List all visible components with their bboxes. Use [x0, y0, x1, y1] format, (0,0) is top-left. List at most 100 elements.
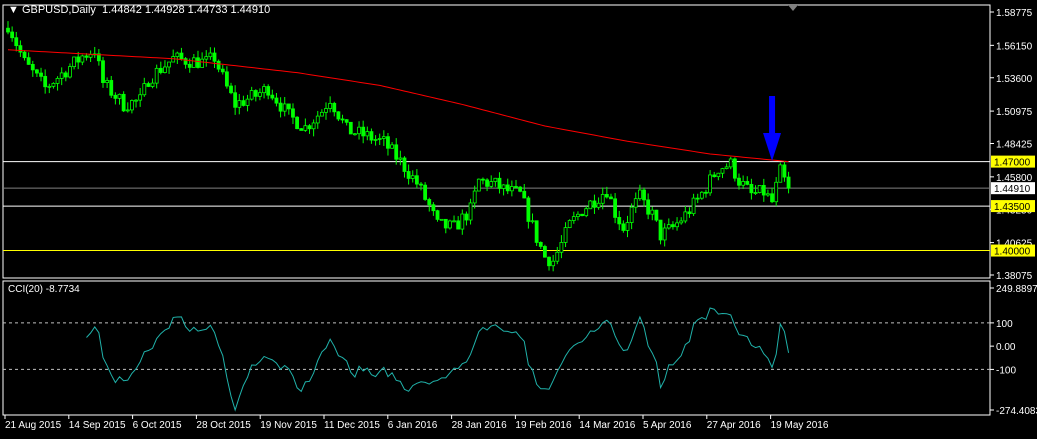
candle-body	[26, 57, 31, 65]
x-tick-label: 21 Aug 2015	[5, 420, 62, 431]
candle-body	[596, 202, 601, 208]
candle-body	[712, 174, 717, 178]
candle-body	[179, 52, 184, 60]
candle-body	[138, 94, 143, 101]
candle-body	[481, 178, 485, 181]
candle-body	[732, 158, 737, 179]
candle-body	[258, 92, 262, 97]
candle-body	[154, 67, 159, 84]
candle-body	[753, 192, 758, 194]
candle-body	[146, 83, 151, 87]
candle-body	[390, 144, 394, 149]
candle-body	[109, 80, 114, 96]
candle-body	[637, 189, 642, 200]
candle-body	[286, 103, 291, 110]
candle-body	[253, 90, 258, 97]
symbol-label: GBPUSD,Daily	[21, 4, 96, 16]
candle-body	[695, 197, 700, 200]
candle-body	[654, 209, 659, 221]
candle-body	[72, 56, 76, 68]
candle-body	[282, 103, 287, 112]
candle-body	[84, 55, 89, 58]
candle-body	[547, 256, 551, 267]
candle-body	[671, 224, 675, 228]
candle-body	[101, 60, 105, 83]
candle-body	[402, 157, 407, 172]
candle-body	[621, 223, 626, 231]
candle-body	[691, 197, 696, 215]
candle-body	[658, 219, 663, 241]
x-tick-label: 14 Sep 2015	[69, 420, 126, 431]
candle-body	[381, 136, 386, 139]
candle-body	[584, 208, 589, 217]
candle-body	[666, 224, 671, 229]
candle-body	[699, 191, 704, 199]
candle-body	[295, 116, 300, 130]
price-tag-label: 1.43500	[994, 202, 1031, 213]
candle-body	[580, 213, 584, 217]
candle-body	[509, 186, 514, 192]
candle-body	[419, 183, 423, 186]
x-tick-label: 19 May 2016	[771, 420, 829, 431]
candle-body	[782, 164, 787, 178]
y-tick-label: 1.53600	[996, 74, 1033, 85]
candle-body	[410, 175, 415, 179]
cci-y-tick-label: -100	[996, 365, 1016, 376]
candle-body	[501, 184, 506, 189]
candle-body	[588, 200, 593, 210]
candle-body	[592, 200, 597, 208]
ohlc-readout: 1.44842 1.44928 1.44733 1.44910	[102, 4, 271, 16]
candle-body	[200, 58, 205, 68]
price-tag-label: 1.44910	[994, 184, 1031, 195]
x-tick-label: 27 Apr 2016	[707, 420, 761, 431]
candle-body	[398, 157, 403, 160]
cci-y-tick-label: 249.8897	[996, 284, 1037, 295]
candle-body	[353, 133, 357, 136]
candle-body	[609, 196, 613, 200]
candle-body	[55, 78, 60, 84]
candle-body	[22, 51, 27, 59]
y-tick-label: 1.50975	[996, 107, 1033, 118]
candle-body	[431, 204, 436, 212]
arrow-down-icon	[763, 95, 782, 161]
candle-body	[720, 168, 725, 174]
candle-body	[377, 138, 382, 140]
candle-body	[683, 211, 688, 222]
chart-window[interactable]: 1.58775 1.56150 1.53600 1.50975 1.48425 1.458…	[0, 0, 1037, 439]
candle-body	[224, 71, 229, 87]
candle-body	[423, 184, 428, 200]
candle-body	[365, 131, 370, 137]
candle-body	[687, 211, 692, 215]
candle-body	[394, 144, 399, 160]
candle-body	[6, 27, 10, 33]
candle-body	[443, 218, 448, 229]
candle-body	[216, 60, 221, 70]
candle-body	[427, 199, 432, 206]
candle-body	[113, 94, 118, 99]
candle-body	[551, 260, 556, 267]
candle-body	[270, 94, 275, 99]
candle-body	[158, 67, 163, 73]
dropdown-triangle-icon[interactable]: ▼	[8, 4, 22, 16]
x-tick-label: 6 Oct 2015	[133, 420, 182, 431]
candle-body	[307, 125, 312, 130]
candle-body	[348, 121, 353, 135]
candle-body	[476, 178, 481, 192]
candle-body	[212, 52, 217, 62]
candle-body	[460, 213, 465, 230]
candle-body	[757, 185, 762, 193]
candle-body	[448, 220, 452, 229]
candle-body	[526, 197, 531, 222]
candle-body	[576, 213, 580, 217]
x-tick-label: 19 Nov 2015	[260, 420, 317, 431]
candle-body	[774, 181, 779, 203]
candle-body	[600, 194, 605, 204]
candle-body	[134, 99, 138, 102]
x-tick-label: 5 Apr 2016	[643, 420, 692, 431]
candle-body	[274, 97, 279, 104]
candle-body	[35, 69, 39, 74]
candle-body	[319, 111, 324, 117]
chart-canvas[interactable]: 1.587751.561501.536001.509751.484251.458…	[0, 0, 1037, 439]
y-tick-label: 1.56150	[996, 41, 1033, 52]
candle-body	[724, 166, 729, 169]
